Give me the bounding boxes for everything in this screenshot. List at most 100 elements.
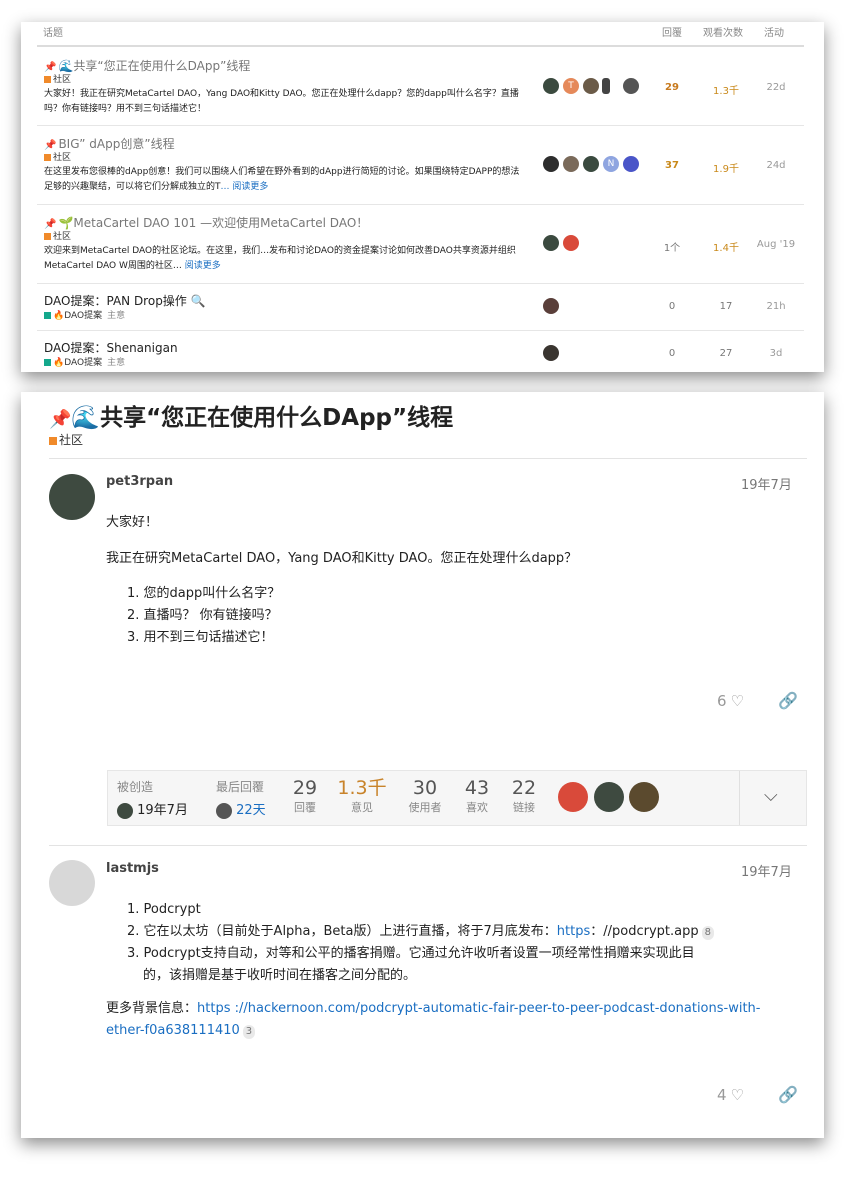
view-count: 1.4千 xyxy=(713,243,739,254)
category-badge[interactable]: 🔥DAO提案 主意 xyxy=(44,355,125,368)
post-text: 我正在研究MetaCartel DAO，Yang DAO和Kitty DAO。您… xyxy=(106,551,578,566)
stat-replies[interactable]: 29 回覆 xyxy=(281,777,329,815)
heart-icon: ♡ xyxy=(730,692,744,710)
topic-summary: 被创造 19年7月 最后回覆 22天 29 回覆 1.3千 意见 30 使用者 43 喜… xyxy=(107,770,807,826)
list-item: 2. 它在以太坊（目前处于Alpha，Beta版）上进行直播，将于7月底发布：h… xyxy=(127,921,714,943)
avatar[interactable] xyxy=(49,474,95,520)
avatar[interactable] xyxy=(602,78,610,94)
hackernoon-link[interactable]: https ://hackernoon.com/podcrypt-automat… xyxy=(197,1001,760,1016)
avatar[interactable] xyxy=(558,782,588,812)
category-badge[interactable]: 🔥DAO提案 主意 xyxy=(44,308,125,321)
category-badge[interactable]: 社区 xyxy=(44,72,71,85)
avatar[interactable] xyxy=(543,235,559,251)
topic-title-link[interactable]: 📌 🌱MetaCartel DAO 101 —欢迎使用MetaCartel DAO… xyxy=(44,214,368,231)
avatar[interactable] xyxy=(563,235,579,251)
stat-users: 30 使用者 xyxy=(408,777,442,814)
like-button[interactable]: 4 ♡ xyxy=(717,1086,744,1104)
avatar[interactable] xyxy=(49,860,95,906)
like-button[interactable]: 6 ♡ xyxy=(717,692,744,710)
topic-row[interactable]: DAO提案：Shenanigan 🔥DAO提案 主意 0 27 3d xyxy=(21,331,824,372)
avatar[interactable] xyxy=(543,298,559,314)
read-more-link[interactable]: 阅读更多 xyxy=(185,261,221,271)
avatar[interactable] xyxy=(563,156,579,172)
last-reply-value[interactable]: 22天 xyxy=(216,799,266,819)
reply-count[interactable]: 0 xyxy=(647,301,697,312)
post-date[interactable]: 19年7月 xyxy=(741,474,792,493)
topic-title[interactable]: 📌🌊共享“您正在使用什么DApp”线程 xyxy=(49,398,453,432)
summary-divider xyxy=(739,771,740,825)
chevron-down-icon[interactable]: ⌵ xyxy=(764,785,778,806)
topic-row[interactable]: 📌 BIG” dApp创意”线程 社区 在这里发布您很棒的dApp创意！我们可以围… xyxy=(21,126,824,204)
activity-time[interactable]: Aug '19 xyxy=(751,239,801,250)
post-text: 大家好！ xyxy=(106,515,159,530)
topic-title-link[interactable]: DAO提案：PAN Drop操作 🔍 xyxy=(44,292,206,309)
activity-time[interactable]: 24d xyxy=(751,160,801,171)
link-icon[interactable]: 🔗 xyxy=(778,1085,798,1104)
topic-row[interactable]: DAO提案：PAN Drop操作 🔍 🔥DAO提案 主意 0 17 21h xyxy=(21,284,824,330)
avatar xyxy=(216,802,232,819)
pin-icon[interactable]: 📌 xyxy=(49,409,71,430)
topic-list-panel: 话题 回覆 观看次数 活动 📌 🌊共享“您正在使用什么DApp”线程 社区 大家好… xyxy=(21,22,824,372)
avatar[interactable] xyxy=(623,156,639,172)
reply-count[interactable]: 1个 xyxy=(647,239,697,254)
post-divider xyxy=(49,845,807,846)
topic-excerpt: 在这里发布您很棒的dApp创意！我们可以围绕人们希望在野外看到的dApp进行简短… xyxy=(44,167,520,192)
category-badge[interactable]: 社区 xyxy=(44,229,71,242)
post-username[interactable]: lastmjs xyxy=(106,861,159,876)
created-label: 被创造 xyxy=(117,780,154,794)
view-count: 27 xyxy=(719,348,733,359)
list-item: 2. 直播吗？ 你有链接吗？ xyxy=(127,608,278,623)
topic-tag[interactable]: 主意 xyxy=(107,358,125,368)
topic-row[interactable]: 📌 🌊共享“您正在使用什么DApp”线程 社区 大家好！我正在研究MetaCart… xyxy=(21,49,824,125)
topic-tag[interactable]: 主意 xyxy=(107,311,125,321)
post-list: 1. 您的dapp叫什么名字？ 2. 直播吗？ 你有链接吗？ 3. 用不到三句话… xyxy=(127,583,280,649)
reply-count[interactable]: 29 xyxy=(647,82,697,93)
magnifier-icon: 🔍 xyxy=(186,294,206,308)
post-list: 1. Podcrypt 2. 它在以太坊（目前处于Alpha，Beta版）上进行… xyxy=(127,899,714,987)
post-date[interactable]: 19年7月 xyxy=(741,861,792,880)
wave-icon: 🌊 xyxy=(58,59,74,73)
created-value[interactable]: 19年7月 xyxy=(117,799,188,819)
avatar[interactable]: N xyxy=(603,156,619,172)
header-divider xyxy=(37,45,804,47)
avatar[interactable] xyxy=(543,156,559,172)
topic-list-header: 话题 回覆 观看次数 活动 xyxy=(21,22,824,46)
activity-time[interactable]: 3d xyxy=(751,348,801,359)
podcrypt-link[interactable]: https xyxy=(557,924,590,939)
link-icon[interactable]: 🔗 xyxy=(778,691,798,710)
stat-views: 1.3千 意见 xyxy=(337,777,387,814)
category-badge[interactable]: 社区 xyxy=(44,150,71,163)
avatar[interactable] xyxy=(583,156,599,172)
avatar[interactable]: T xyxy=(563,78,579,94)
list-item: 1. Podcrypt xyxy=(127,902,201,917)
topic-title-link[interactable]: 📌 🌊共享“您正在使用什么DApp”线程 xyxy=(44,57,250,74)
avatar[interactable] xyxy=(594,782,624,812)
fire-icon: 🔥 xyxy=(53,311,65,321)
category-badge[interactable]: 社区 xyxy=(49,431,83,448)
topic-title-link[interactable]: DAO提案：Shenanigan xyxy=(44,339,178,356)
read-more-link[interactable]: … 阅读更多 xyxy=(221,182,269,192)
avatar[interactable] xyxy=(623,78,639,94)
stat-links[interactable]: 22 链接 xyxy=(500,777,548,815)
view-count: 1.9千 xyxy=(713,164,739,175)
header-replies[interactable]: 回覆 xyxy=(662,24,682,39)
heart-icon: ♡ xyxy=(730,1086,744,1104)
reply-count[interactable]: 0 xyxy=(647,348,697,359)
header-activity[interactable]: 活动 xyxy=(764,24,784,39)
activity-time[interactable]: 21h xyxy=(751,301,801,312)
post-username[interactable]: pet3rpan xyxy=(106,474,173,489)
avatar[interactable] xyxy=(543,78,559,94)
header-topic[interactable]: 话题 xyxy=(43,24,63,39)
list-item: 1. 您的dapp叫什么名字？ xyxy=(127,586,281,601)
title-divider xyxy=(49,458,807,459)
topic-row[interactable]: 📌 🌱MetaCartel DAO 101 —欢迎使用MetaCartel DAO… xyxy=(21,205,824,283)
avatar[interactable] xyxy=(583,78,599,94)
reply-count[interactable]: 37 xyxy=(647,160,697,171)
post-text: 更多背景信息：https ://hackernoon.com/podcrypt-… xyxy=(106,1001,761,1039)
list-item: 的，该捐赠是基于收听时间在播客之间分配的。 xyxy=(143,968,417,983)
hackernoon-link[interactable]: ether-f0a638111410 xyxy=(106,1023,240,1038)
avatar[interactable] xyxy=(629,782,659,812)
activity-time[interactable]: 22d xyxy=(751,82,801,93)
header-views[interactable]: 观看次数 xyxy=(703,24,743,39)
avatar[interactable] xyxy=(543,345,559,361)
